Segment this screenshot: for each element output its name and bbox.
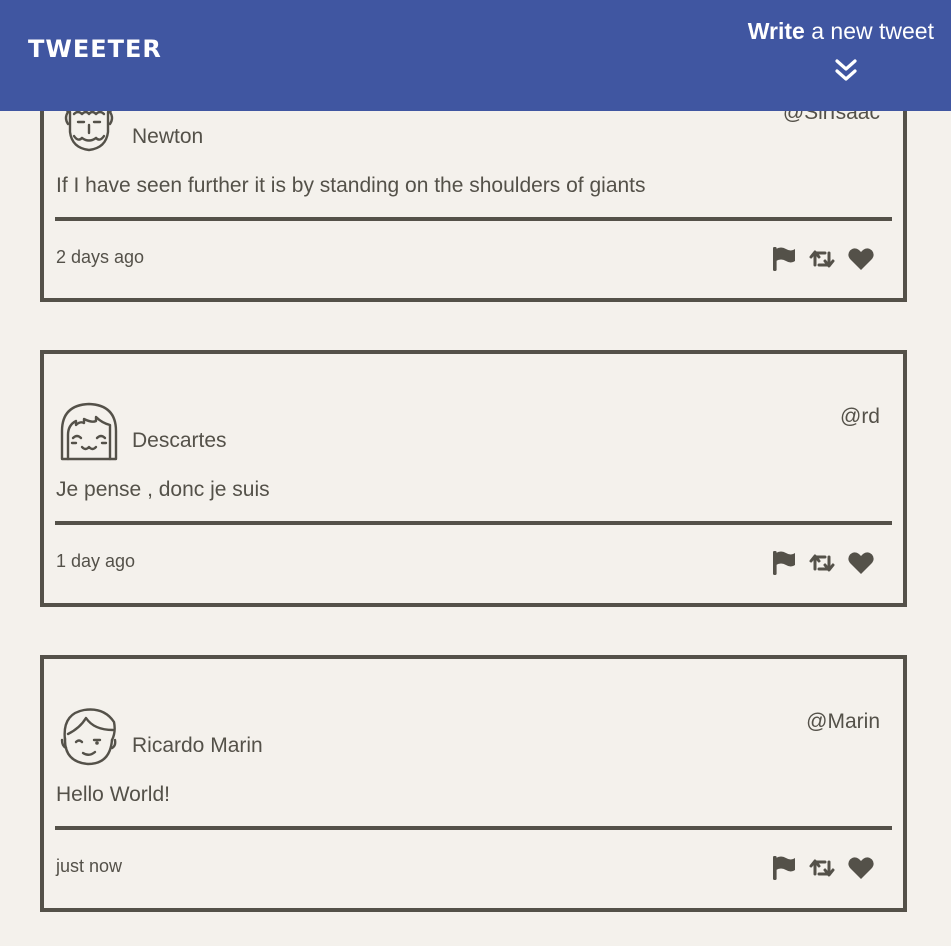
tweet-timestamp: 2 days ago (56, 247, 145, 267)
flag-icon[interactable] (770, 549, 798, 577)
tweet-divider (55, 826, 892, 830)
author-name: Newton (132, 125, 204, 148)
heart-icon[interactable] (847, 549, 875, 577)
tweet-text: Hello World! (56, 783, 170, 806)
tweet-card: Descartes @rd Je pense , donc je suis 1 … (40, 350, 907, 607)
tweet-divider (55, 217, 892, 221)
write-tweet-toggle[interactable]: Write a new tweet (748, 18, 934, 45)
tweet-text: Je pense , donc je suis (56, 478, 270, 501)
brand-logo[interactable]: TWEETER (28, 34, 162, 64)
tweet-timestamp: just now (56, 856, 123, 876)
author-handle: @rd (840, 405, 880, 428)
tweet-text: If I have seen further it is by standing… (56, 174, 646, 197)
heart-icon[interactable] (847, 854, 875, 882)
flag-icon[interactable] (770, 854, 798, 882)
author-name: Descartes (132, 429, 227, 452)
double-chevron-down-icon[interactable] (833, 57, 859, 85)
write-label: Write (747, 18, 805, 44)
retweet-icon[interactable] (808, 854, 836, 882)
retweet-icon[interactable] (808, 549, 836, 577)
retweet-icon[interactable] (808, 245, 836, 273)
winking-face-icon (60, 708, 117, 766)
flag-icon[interactable] (770, 245, 798, 273)
author-handle: @Marin (806, 710, 880, 733)
tweet-divider (55, 521, 892, 525)
bob-hair-face-icon (60, 402, 118, 461)
top-nav: TWEETER Write a new tweet (0, 0, 951, 111)
tweet-card: Ricardo Marin @Marin Hello World! just n… (40, 655, 907, 912)
new-tweet-label: a new tweet (804, 18, 934, 44)
heart-icon[interactable] (847, 245, 875, 273)
author-name: Ricardo Marin (132, 734, 263, 757)
tweet-timestamp: 1 day ago (56, 551, 136, 571)
